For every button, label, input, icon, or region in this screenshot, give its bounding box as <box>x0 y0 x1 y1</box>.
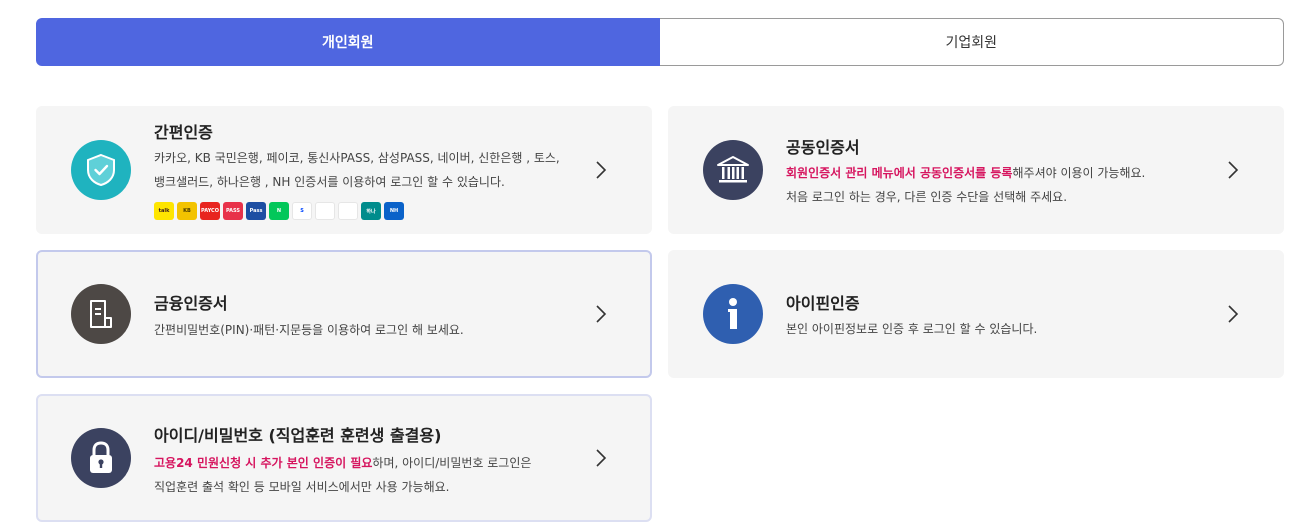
id-password-desc-line2: 직업훈련 출석 확인 등 모바일 서비스에서만 사용 가능해요. <box>154 480 450 494</box>
provider-logos: talk KB PAYCO PASS Pass N S 하나 NH <box>154 202 404 220</box>
id-password-title: 아이디/비밀번호 (직업훈련 훈련생 출결용) <box>154 426 442 445</box>
kakao-logo: talk <box>154 202 174 220</box>
toss-logo <box>315 202 335 220</box>
bank-building-icon <box>703 140 763 200</box>
id-password-desc-line1: 고용24 민원신청 시 추가 본인 인증이 필요하며, 아이디/비밀번호 로그인… <box>154 451 531 475</box>
lock-icon <box>71 428 131 488</box>
payco-logo: PAYCO <box>200 202 220 220</box>
hana-logo: 하나 <box>361 202 381 220</box>
pass-logo: PASS <box>223 202 243 220</box>
id-password-desc-highlight: 고용24 민원신청 시 추가 본인 인증이 필요 <box>154 456 373 470</box>
nh-logo: NH <box>384 202 404 220</box>
member-type-tabs: 개인회원 기업회원 <box>36 18 1284 66</box>
shinhan-logo: S <box>292 202 312 220</box>
joint-cert-desc-highlight: 회원인증서 관리 메뉴에서 공동인증서를 등록 <box>786 166 1013 180</box>
document-icon <box>71 284 131 344</box>
id-password-desc-rest: 하며, 아이디/비밀번호 로그인은 <box>372 456 532 470</box>
ipin-card[interactable]: 아이핀인증 본인 아이핀정보로 인증 후 로그인 할 수 있습니다. <box>668 250 1284 378</box>
simple-auth-card[interactable]: 간편인증 카카오, KB 국민은행, 페이코, 통신사PASS, 삼성PASS,… <box>36 106 652 234</box>
joint-cert-desc-line1: 회원인증서 관리 메뉴에서 공동인증서를 등록해주셔야 이용이 가능해요. <box>786 161 1145 185</box>
chevron-right-icon <box>596 161 607 179</box>
ipin-desc: 본인 아이핀정보로 인증 후 로그인 할 수 있습니다. <box>786 322 1038 336</box>
joint-cert-desc-rest: 해주셔야 이용이 가능해요. <box>1012 166 1146 180</box>
tab-corporate[interactable]: 기업회원 <box>659 18 1284 66</box>
samsung-pass-logo: Pass <box>246 202 266 220</box>
simple-auth-desc-line2: 뱅크샐러드, 하나은행 , NH 인증서를 이용하여 로그인 할 수 있습니다. <box>154 175 505 189</box>
shield-check-icon <box>71 140 131 200</box>
joint-cert-desc-line2: 처음 로그인 하는 경우, 다른 인증 수단을 선택해 주세요. <box>786 190 1068 204</box>
banksalad-logo <box>338 202 358 220</box>
chevron-right-icon <box>596 449 607 467</box>
financial-cert-desc: 간편비밀번호(PIN)·패턴·지문등을 이용하여 로그인 해 보세요. <box>154 323 464 337</box>
id-password-card[interactable]: 아이디/비밀번호 (직업훈련 훈련생 출결용) 고용24 민원신청 시 추가 본… <box>36 394 652 522</box>
financial-cert-card[interactable]: 금융인증서 간편비밀번호(PIN)·패턴·지문등을 이용하여 로그인 해 보세요… <box>36 250 652 378</box>
info-icon <box>703 284 763 344</box>
joint-cert-title: 공동인증서 <box>786 138 860 157</box>
chevron-right-icon <box>1228 305 1239 323</box>
chevron-right-icon <box>596 305 607 323</box>
financial-cert-title: 금융인증서 <box>154 294 228 313</box>
tab-personal[interactable]: 개인회원 <box>36 18 660 66</box>
simple-auth-title: 간편인증 <box>154 123 213 142</box>
naver-logo: N <box>269 202 289 220</box>
simple-auth-desc-line1: 카카오, KB 국민은행, 페이코, 통신사PASS, 삼성PASS, 네이버,… <box>154 151 560 165</box>
kb-logo: KB <box>177 202 197 220</box>
chevron-right-icon <box>1228 161 1239 179</box>
ipin-title: 아이핀인증 <box>786 294 860 313</box>
joint-cert-card[interactable]: 공동인증서 회원인증서 관리 메뉴에서 공동인증서를 등록해주셔야 이용이 가능… <box>668 106 1284 234</box>
